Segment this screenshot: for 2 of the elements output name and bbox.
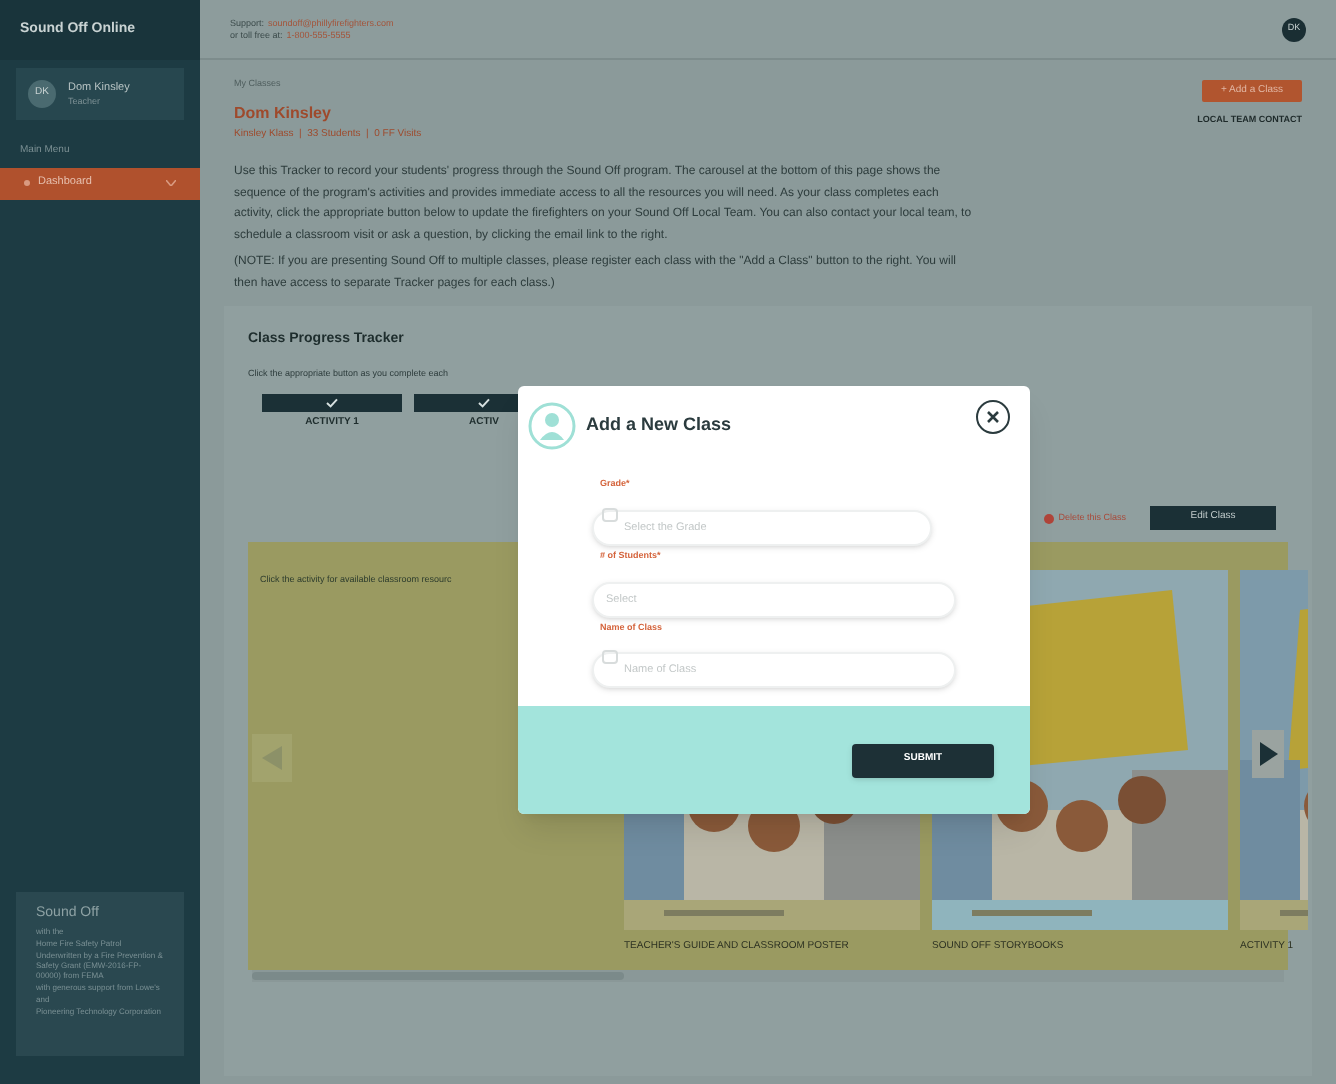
teacher-name: Dom Kinsley	[234, 101, 333, 126]
dialog-title: Add a New Class	[586, 411, 732, 438]
